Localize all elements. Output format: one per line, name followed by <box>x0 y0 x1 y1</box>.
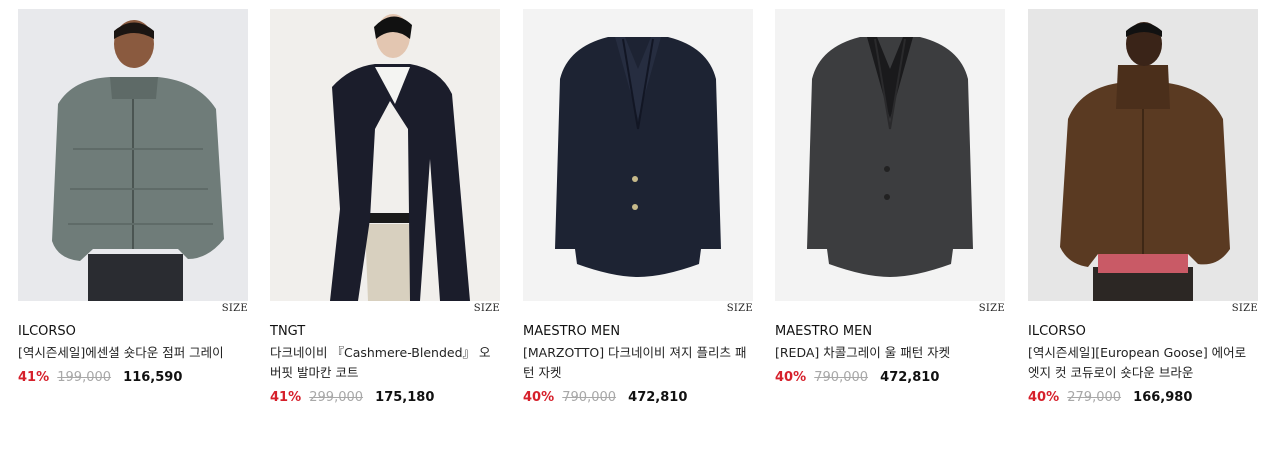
discount-rate: 40% <box>523 390 555 405</box>
product-image[interactable] <box>523 9 753 301</box>
product-title[interactable]: [REDA] 차콜그레이 울 패턴 자켓 <box>775 343 1005 363</box>
brand-name[interactable]: ILCORSO <box>1028 323 1258 341</box>
discount-rate: 40% <box>775 370 807 385</box>
product-title[interactable]: [MARZOTTO] 다크네이비 져지 플리츠 패턴 자켓 <box>523 343 753 383</box>
product-image[interactable] <box>775 9 1005 301</box>
product-card[interactable]: SIZE ILCORSO [역시즌세일][European Goose] 에어로… <box>1028 9 1258 407</box>
sale-price: 472,810 <box>880 370 940 385</box>
size-label[interactable]: SIZE <box>727 303 753 314</box>
price-row: 40% 790,000 472,810 <box>775 369 1005 387</box>
brand-name[interactable]: ILCORSO <box>18 323 248 341</box>
product-image[interactable] <box>18 9 248 301</box>
original-price: 199,000 <box>57 370 112 385</box>
original-price: 790,000 <box>562 390 617 405</box>
brand-name[interactable]: MAESTRO MEN <box>775 323 1005 341</box>
size-label[interactable]: SIZE <box>1232 303 1258 314</box>
product-image[interactable] <box>1028 9 1258 301</box>
price-row: 41% 199,000 116,590 <box>18 369 248 387</box>
price-row: 41% 299,000 175,180 <box>270 389 500 407</box>
discount-rate: 41% <box>18 370 50 385</box>
sale-price: 175,180 <box>375 390 435 405</box>
product-card[interactable]: SIZE ILCORSO [역시즌세일]에센셜 숏다운 점퍼 그레이 41% 1… <box>18 9 248 387</box>
product-grid: SIZE ILCORSO [역시즌세일]에센셜 숏다운 점퍼 그레이 41% 1… <box>0 0 1266 460</box>
product-card[interactable]: SIZE TNGT 다크네이비 『Cashmere-Blended』 오버핏 발… <box>270 9 500 407</box>
brand-name[interactable]: MAESTRO MEN <box>523 323 753 341</box>
sale-price: 472,810 <box>628 390 688 405</box>
price-row: 40% 279,000 166,980 <box>1028 389 1258 407</box>
product-title[interactable]: [역시즌세일]에센셜 숏다운 점퍼 그레이 <box>18 343 248 363</box>
price-row: 40% 790,000 472,810 <box>523 389 753 407</box>
product-title[interactable]: 다크네이비 『Cashmere-Blended』 오버핏 발마칸 코트 <box>270 343 500 383</box>
product-card[interactable]: SIZE MAESTRO MEN [REDA] 차콜그레이 울 패턴 자켓 40… <box>775 9 1005 387</box>
brand-name[interactable]: TNGT <box>270 323 500 341</box>
size-label[interactable]: SIZE <box>474 303 500 314</box>
original-price: 790,000 <box>814 370 869 385</box>
size-label[interactable]: SIZE <box>979 303 1005 314</box>
original-price: 299,000 <box>309 390 364 405</box>
original-price: 279,000 <box>1067 390 1122 405</box>
discount-rate: 41% <box>270 390 302 405</box>
product-card[interactable]: SIZE MAESTRO MEN [MARZOTTO] 다크네이비 져지 플리츠… <box>523 9 753 407</box>
size-label[interactable]: SIZE <box>222 303 248 314</box>
sale-price: 116,590 <box>123 370 183 385</box>
sale-price: 166,980 <box>1133 390 1193 405</box>
product-title[interactable]: [역시즌세일][European Goose] 에어로 엣지 컷 코듀로이 숏다… <box>1028 343 1258 383</box>
product-image[interactable] <box>270 9 500 301</box>
discount-rate: 40% <box>1028 390 1060 405</box>
